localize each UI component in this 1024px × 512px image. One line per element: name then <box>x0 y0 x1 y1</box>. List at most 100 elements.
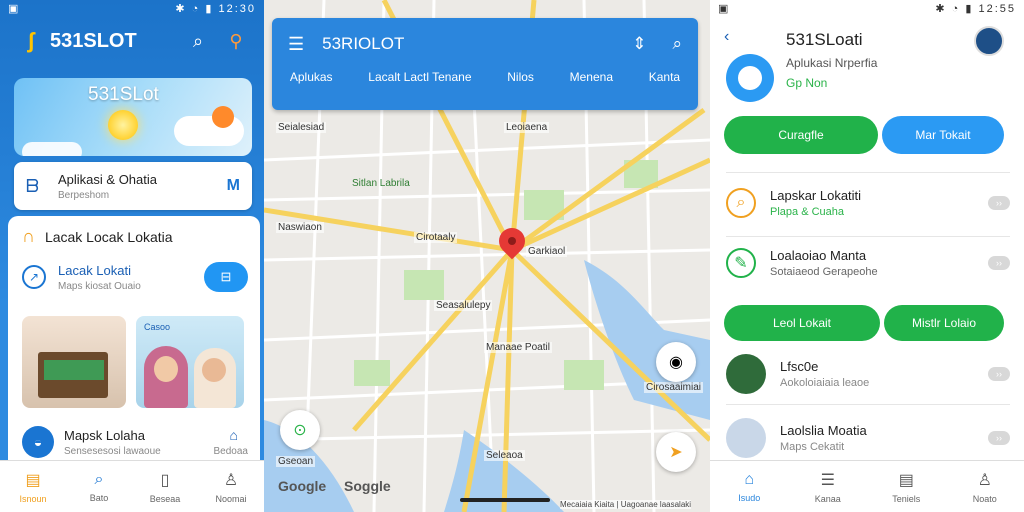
contact-row[interactable]: Laolslia Moatia Maps Cekatit ›› <box>726 418 1010 458</box>
contact-row[interactable]: Lfsc0e Aokoloiaiaia leaoe ›› <box>726 354 1010 394</box>
detail-status: Gp Non <box>786 76 828 90</box>
map-app-title: 53RIOLOT <box>322 34 405 53</box>
primary-blue-button[interactable]: Mar Tokait <box>882 116 1004 154</box>
list-item[interactable]: ⌕ Lapskar Lokatiti Plapa & Cuaha ›› <box>726 188 1010 218</box>
recenter-icon[interactable]: ⊙ <box>280 410 320 450</box>
nav-item-list[interactable]: ▤ Teniels <box>867 461 946 512</box>
track-action-button[interactable]: ⊟ <box>204 262 248 292</box>
toggle-switch[interactable]: ›› <box>988 256 1010 270</box>
map-label: Gseoan <box>276 456 316 467</box>
toggle-switch[interactable]: ›› <box>988 196 1010 210</box>
person-icon: ♙ <box>223 471 239 489</box>
map-label: Seasalulepy <box>434 300 493 311</box>
map-label: Cirotaaly <box>414 232 458 243</box>
search-icon[interactable]: ⌕ <box>672 34 682 54</box>
home-indicator <box>460 498 550 502</box>
people-image[interactable]: Casoo <box>136 316 244 408</box>
list-icon: ▤ <box>898 471 914 489</box>
nav-label: Kanaa <box>814 493 841 504</box>
map-tabs: Aplukas Lacalt Lactl Tenane Nilos Menena… <box>272 70 698 84</box>
tab-item[interactable]: Aplukas <box>290 70 333 84</box>
location-pin-icon[interactable]: ⚲ <box>224 29 248 53</box>
green-button[interactable]: Leol Lokait <box>724 305 880 341</box>
app-header: ʃ 531SLOT ⌕ ⚲ <box>0 16 264 66</box>
button-label: Mar Tokait <box>915 128 971 142</box>
list-item-title: Lapskar Lokatiti <box>770 188 862 203</box>
contact-name: Lfsc0e <box>780 359 819 374</box>
nav-item-profile[interactable]: ♙ Noomai <box>198 461 264 512</box>
google-logo: Google <box>278 478 327 494</box>
tab-item[interactable]: Menena <box>570 70 613 84</box>
maps-row[interactable]: ◒ Mapsk Lolaha Sensesesosi lawaoue ⌂ Bed… <box>22 426 248 458</box>
detail-title: 531SLoati <box>786 30 863 49</box>
eye-icon[interactable]: ◉ <box>656 342 696 382</box>
status-bar: ▣ ✱ ◔ ▮ 12:55 <box>710 0 1024 16</box>
green-button[interactable]: Mistlr Lolaio <box>884 305 1004 341</box>
weather-title: 531SLot <box>88 84 159 105</box>
map-label: Manaae Poatil <box>484 342 552 353</box>
nav-item-home[interactable]: ⌂ Isudo <box>710 461 789 512</box>
map-screen: ☰ 53RIOLOT ⇕ ⌕ Aplukas Lacalt Lactl Tena… <box>264 0 710 512</box>
search-icon: ⌕ <box>726 188 756 218</box>
toggle-switch[interactable]: ›› <box>988 431 1010 445</box>
bottom-navigation: ⌂ Isudo ☰ Kanaa ▤ Teniels ♙ Noato <box>710 460 1024 512</box>
brand-name: 531SLOT <box>50 29 137 52</box>
bookmark-icon: ᗷ <box>26 175 39 196</box>
contact-name: Laolslia Moatia <box>780 423 867 438</box>
image-caption: Casoo <box>144 322 171 332</box>
nav-item-profile[interactable]: ♙ Noato <box>946 461 1024 512</box>
status-icons: ✱ ◔ ▮ <box>175 2 219 15</box>
nav-item-map[interactable]: ▯ Beseaa <box>132 461 198 512</box>
nav-label: Beseaa <box>149 493 181 504</box>
map-label: Leoiaena <box>504 122 550 133</box>
tab-item[interactable]: Kanta <box>649 70 680 84</box>
home-icon: ▤ <box>25 471 41 489</box>
menu-icon[interactable]: ☰ <box>288 34 304 55</box>
contact-subtitle: Aokoloiaiaia leaoe <box>780 377 870 389</box>
nav-item-layers[interactable]: ☰ Kanaa <box>789 461 868 512</box>
tab-item[interactable]: Nilos <box>507 70 534 84</box>
weather-banner[interactable]: 531SLot <box>14 78 252 156</box>
app-card-title: Aplikasi & Ohatia <box>58 171 157 187</box>
map-label: Sitlan Labrila <box>352 178 410 189</box>
balloon-icon <box>212 106 234 128</box>
back-arrow-icon[interactable]: ‹ <box>724 28 729 46</box>
status-icons: ✱ ◔ ▮ <box>935 2 979 15</box>
list-item-title: Loalaoiao Manta <box>770 248 867 263</box>
navigation-icon[interactable]: ⇕ <box>632 34 646 54</box>
globe-icon: ◒ <box>22 426 54 458</box>
m-icon[interactable]: M <box>227 177 240 195</box>
list-item-subtitle: Plapa & Cuaha <box>770 206 844 218</box>
avatar[interactable] <box>974 26 1004 56</box>
cloud-icon <box>174 116 244 146</box>
track-location-row[interactable]: ↗ Lacak Lokati Maps kiosat Ouaio ⊟ <box>22 262 248 292</box>
brand-logo-icon: ʃ <box>27 28 35 53</box>
compass-icon: ↗ <box>22 265 46 289</box>
nav-item-search[interactable]: ⌕ Bato <box>66 461 132 512</box>
status-bar: ▣ ✱ ◔ ▮ 12:30 <box>0 0 264 16</box>
headphones-icon: ∩ <box>22 226 35 246</box>
list-item[interactable]: ✎ Loalaoiao Manta Sotaiaeod Gerapeohe ›› <box>726 248 1010 278</box>
product-image[interactable] <box>22 316 126 408</box>
map-top-bar: ☰ 53RIOLOT ⇕ ⌕ Aplukas Lacalt Lactl Tena… <box>272 18 698 110</box>
home-outline-icon[interactable]: ⌂ <box>220 427 248 443</box>
toggle-switch[interactable]: ›› <box>988 367 1010 381</box>
nav-item-home[interactable]: ▤ Isnoun <box>0 461 66 512</box>
primary-green-button[interactable]: Curagfle <box>724 116 878 154</box>
home-icon: ⌂ <box>744 470 755 488</box>
maps-row-title: Mapsk Lolaha <box>64 427 145 443</box>
sun-icon <box>108 110 138 140</box>
left-app-screen: ▣ ✱ ◔ ▮ 12:30 ʃ 531SLOT ⌕ ⚲ 531SLot ᗷ Ap… <box>0 0 264 512</box>
search-icon[interactable]: ⌕ <box>186 29 210 53</box>
app-card-subtitle: Berpeshom <box>58 189 110 201</box>
app-card[interactable]: ᗷ Aplikasi & Ohatia Berpeshom M <box>14 162 252 210</box>
sheet-title: Lacak Locak Lokatia <box>44 228 173 245</box>
directions-icon[interactable]: ➤ <box>656 432 696 472</box>
cloud-icon <box>22 142 82 156</box>
button-label: Mistlr Lolaio <box>911 316 977 330</box>
status-time: 12:55 <box>978 2 1016 15</box>
map-icon: ▯ <box>160 471 170 489</box>
avatar <box>726 418 766 458</box>
tab-item[interactable]: Lacalt Lactl Tenane <box>368 70 471 84</box>
maps-row-extra: Bedoaa <box>213 446 248 457</box>
